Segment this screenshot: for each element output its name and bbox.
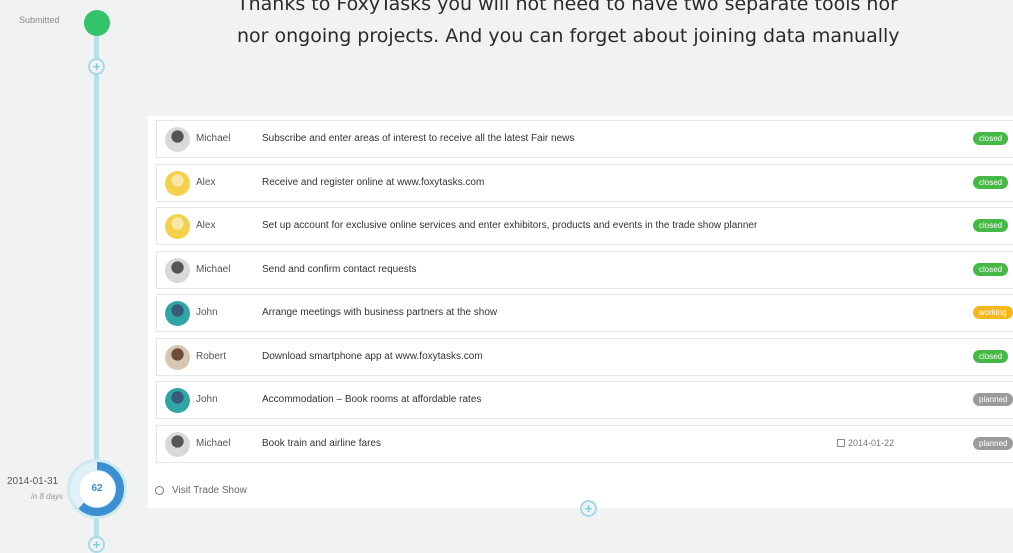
add-task-plus-icon[interactable]: + — [580, 500, 597, 517]
progress-value: 62 — [91, 483, 103, 494]
task-owner: Michael — [196, 437, 231, 449]
intro-line-1: Thanks to FoxyTasks you will not need to… — [237, 0, 898, 15]
task-title[interactable]: Accommodation – Book rooms at affordable… — [262, 394, 481, 405]
avatar — [165, 344, 190, 370]
task-owner: Alex — [196, 220, 216, 231]
calendar-icon — [837, 438, 845, 447]
task-row[interactable]: Alex Set up account for exclusive online … — [156, 207, 1013, 245]
add-milestone-plus-icon[interactable]: + — [88, 536, 105, 553]
status-badge[interactable]: closed — [973, 219, 1009, 232]
avatar — [165, 214, 190, 239]
intro-text: Thanks to FoxyTasks you will not need to… — [237, 0, 1013, 68]
task-owner: John — [196, 307, 218, 318]
status-badge[interactable]: working — [973, 306, 1013, 319]
task-owner: John — [196, 394, 218, 405]
task-due-date-text: 2014-01-22 — [848, 437, 895, 448]
task-due-date: 2014-01-22 — [837, 438, 894, 448]
task-title[interactable]: Subscribe and enter areas of interest to… — [262, 133, 574, 144]
task-row[interactable]: Alex Receive and register online at www.f… — [156, 163, 1013, 202]
task-list-card: Michael Subscribe and enter areas of inte… — [148, 116, 1013, 508]
task-title[interactable]: Book train and airline fares — [262, 438, 381, 449]
avatar — [165, 431, 190, 457]
milestone-label[interactable]: Visit Trade Show — [158, 485, 247, 496]
status-badge[interactable]: closed — [973, 132, 1009, 145]
task-row[interactable]: Michael Send and confirm contact requests… — [156, 250, 1013, 289]
milestone-countdown: in 8 days — [31, 492, 64, 501]
task-title[interactable]: Download smartphone app at www.foxytasks… — [262, 351, 483, 362]
submitted-status-dot[interactable] — [84, 10, 110, 36]
task-title[interactable]: Receive and register online at www.foxyt… — [262, 177, 484, 188]
milestone-date: 2014-01-31 — [7, 476, 59, 487]
avatar — [165, 257, 190, 283]
add-step-plus-icon[interactable]: + — [88, 58, 105, 75]
task-title[interactable]: Set up account for exclusive online serv… — [262, 220, 757, 231]
avatar — [165, 170, 190, 196]
milestone-text[interactable]: Visit Trade Show — [172, 485, 247, 496]
task-owner: Michael — [196, 133, 231, 144]
submitted-label: Submitted — [19, 15, 60, 25]
task-owner: Alex — [196, 176, 216, 188]
avatar — [165, 388, 190, 413]
avatar — [165, 301, 190, 326]
task-row[interactable]: Michael Book train and airline fares 2014-… — [156, 424, 1013, 463]
task-row[interactable]: John Arrange meetings with business partn… — [156, 294, 1013, 332]
status-badge[interactable]: planned — [973, 436, 1013, 450]
task-title[interactable]: Send and confirm contact requests — [262, 264, 417, 275]
task-row[interactable]: Michael Subscribe and enter areas of inte… — [156, 120, 1013, 158]
task-title[interactable]: Arrange meetings with business partners … — [262, 307, 497, 318]
task-row[interactable]: John Accommodation – Book rooms at afford… — [156, 381, 1013, 419]
intro-line-2: nor ongoing projects. And you can forget… — [237, 25, 900, 47]
status-badge[interactable]: closed — [973, 262, 1009, 276]
avatar — [165, 127, 190, 152]
status-badge[interactable]: closed — [973, 175, 1009, 189]
task-row[interactable]: Robert Download smartphone app at www.fox… — [156, 337, 1013, 376]
status-badge[interactable]: planned — [973, 393, 1013, 406]
task-owner: Michael — [196, 263, 231, 275]
task-owner: Robert — [196, 350, 227, 362]
status-badge[interactable]: closed — [973, 349, 1009, 363]
